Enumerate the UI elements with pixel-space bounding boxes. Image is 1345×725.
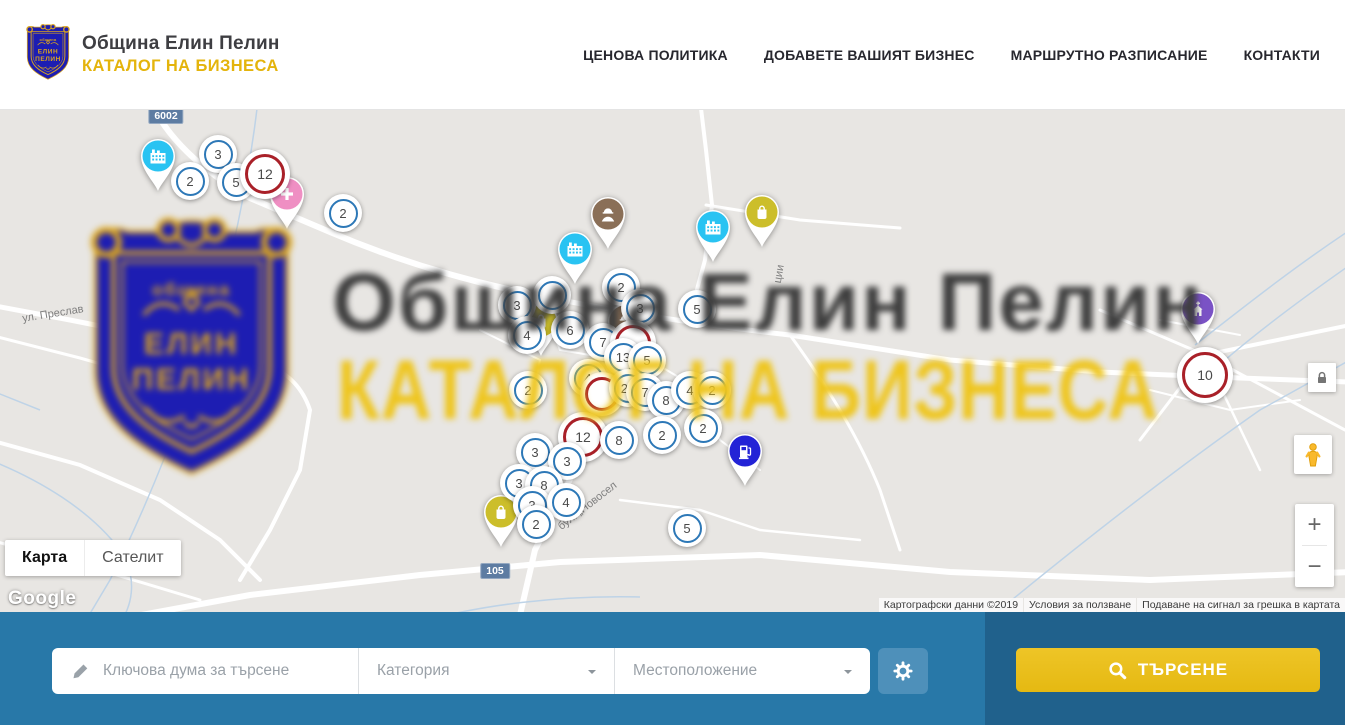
svg-text:ПЕЛИН: ПЕЛИН	[35, 56, 61, 63]
svg-text:ЕЛИН: ЕЛИН	[38, 49, 59, 56]
cluster-count: 8	[662, 393, 669, 408]
cluster-count: 2	[524, 383, 531, 398]
site-logo[interactable]: община ЕЛИН ПЕЛИН Община Елин Пелин КАТА…	[25, 23, 280, 86]
location-select-value: Местоположение	[633, 662, 757, 680]
cluster-count: 2	[186, 174, 193, 189]
map-cluster-marker[interactable]: 8	[600, 421, 638, 459]
cluster-count: 2	[532, 517, 539, 532]
map-cluster-marker[interactable]: 4	[508, 316, 546, 354]
search-icon	[1108, 661, 1127, 680]
map-type-map-button[interactable]: Карта	[5, 540, 84, 576]
cluster-count: 2	[699, 421, 706, 436]
map-pin-bag[interactable]	[739, 189, 785, 249]
cluster-count: 4	[523, 328, 530, 343]
cluster-count: 12	[257, 166, 273, 182]
cluster-count: 5	[693, 302, 700, 317]
search-bar: Категория Местоположение ТЪРСЕНЕ	[0, 612, 1345, 725]
main-nav: ЦЕНОВА ПОЛИТИКА ДОБАВЕТЕ ВАШИЯТ БИЗНЕС М…	[583, 47, 1320, 63]
map-cluster-marker[interactable]: 2	[693, 371, 731, 409]
nav-route-schedule[interactable]: МАРШРУТНО РАЗПИСАНИЕ	[1011, 47, 1208, 63]
municipality-crest-icon: община ЕЛИН ПЕЛИН	[25, 23, 71, 86]
map-cluster-marker[interactable]: 2	[509, 371, 547, 409]
lock-control-button[interactable]	[1308, 363, 1336, 392]
map-cluster-marker[interactable]: 2	[643, 416, 681, 454]
map-attribution: Картографски данни ©2019 Условия за полз…	[878, 598, 1345, 612]
map-type-switcher: Карта Сателит	[5, 540, 181, 576]
cluster-count: 5	[643, 353, 650, 368]
site-subtitle: КАТАЛОГ НА БИЗНЕСА	[82, 57, 280, 76]
street-view-pegman-button[interactable]	[1294, 435, 1332, 474]
page: община ЕЛИН ПЕЛИН Община Елин Пелин КАТА…	[0, 0, 1345, 725]
gear-icon	[892, 660, 914, 682]
map-type-satellite-button[interactable]: Сателит	[84, 540, 180, 576]
map-markers-layer: 325122235346713524277842212823338342510	[0, 110, 1345, 612]
category-select[interactable]: Категория	[358, 648, 614, 694]
cluster-count: 12	[575, 429, 591, 445]
location-select[interactable]: Местоположение	[614, 648, 870, 694]
zoom-in-button[interactable]: +	[1295, 504, 1334, 545]
map-viewport[interactable]: 6002 105 ул. Преслав бул. „Новосел ции	[0, 110, 1345, 612]
cluster-count: 3	[513, 298, 520, 313]
zoom-out-button[interactable]: −	[1295, 546, 1334, 587]
chevron-down-icon	[588, 670, 596, 678]
google-logo[interactable]: Google	[8, 588, 76, 610]
cluster-count: 3	[531, 445, 538, 460]
cluster-count: 3	[636, 301, 643, 316]
map-pin-church[interactable]	[1175, 286, 1221, 346]
cluster-count: 4	[562, 495, 569, 510]
keyword-field	[52, 648, 358, 694]
cluster-count: 8	[615, 433, 622, 448]
cluster-count: 2	[339, 206, 346, 221]
map-cluster-marker[interactable]: 2	[684, 409, 722, 447]
cluster-count: 2	[617, 280, 624, 295]
cluster-count: 2	[708, 383, 715, 398]
cluster-count: 6	[566, 323, 573, 338]
advanced-search-button[interactable]	[878, 648, 928, 694]
cluster-count: 3	[214, 147, 221, 162]
map-data-copyright: Картографски данни ©2019	[879, 598, 1023, 612]
site-title: Община Елин Пелин	[82, 33, 280, 55]
site-header: община ЕЛИН ПЕЛИН Община Елин Пелин КАТА…	[0, 0, 1345, 110]
map-cluster-marker[interactable]: 10	[1177, 347, 1233, 403]
map-cluster-marker[interactable]: 12	[240, 149, 290, 199]
map-pin-fuel[interactable]	[722, 428, 768, 488]
map-pin-factory[interactable]	[690, 204, 736, 264]
map-cluster-marker[interactable]	[533, 276, 571, 314]
category-select-value: Категория	[377, 662, 449, 680]
lock-icon	[1314, 370, 1330, 386]
chevron-down-icon	[844, 670, 852, 678]
search-button-label: ТЪРСЕНЕ	[1138, 660, 1228, 680]
nav-pricing-policy[interactable]: ЦЕНОВА ПОЛИТИКА	[583, 47, 728, 63]
cluster-count: 2	[658, 428, 665, 443]
keyword-search-input[interactable]	[101, 661, 341, 681]
map-cluster-marker[interactable]: 2	[517, 505, 555, 543]
search-submit-button[interactable]: ТЪРСЕНЕ	[1016, 648, 1320, 692]
terms-of-use-link[interactable]: Условия за ползване	[1024, 598, 1136, 612]
pegman-icon	[1301, 442, 1325, 468]
nav-contacts[interactable]: КОНТАКТИ	[1244, 47, 1320, 63]
cluster-ring	[538, 281, 567, 310]
cluster-count: 3	[563, 454, 570, 469]
map-cluster-marker[interactable]: 2	[324, 194, 362, 232]
zoom-control: + −	[1295, 504, 1334, 587]
search-fields: Категория Местоположение	[52, 648, 870, 694]
cluster-count: 5	[683, 521, 690, 536]
map-cluster-marker[interactable]: 5	[678, 290, 716, 328]
nav-add-business[interactable]: ДОБАВЕТЕ ВАШИЯТ БИЗНЕС	[764, 47, 975, 63]
report-map-error-link[interactable]: Подаване на сигнал за грешка в картата	[1137, 598, 1345, 612]
map-pin-factory[interactable]	[135, 133, 181, 193]
cluster-count: 5	[232, 175, 239, 190]
map-cluster-marker[interactable]: 5	[668, 509, 706, 547]
cluster-count: 10	[1197, 367, 1213, 383]
pencil-icon	[72, 663, 89, 680]
